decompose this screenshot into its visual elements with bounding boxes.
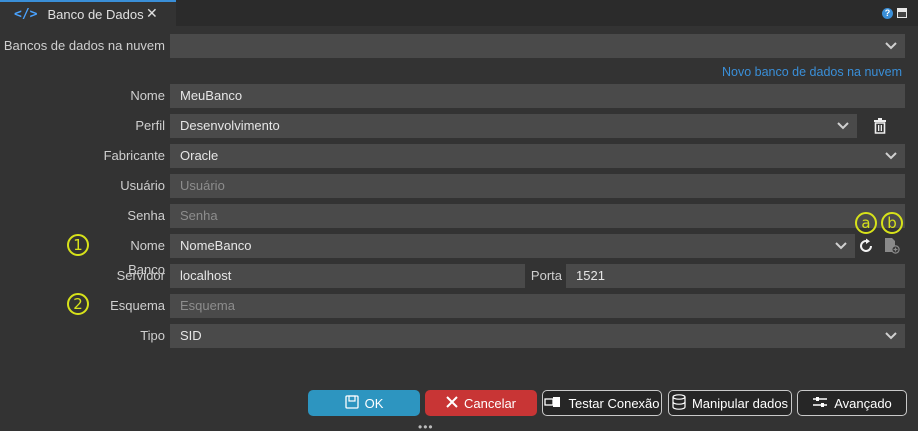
perfil-label: Perfil xyxy=(135,118,165,133)
cloud-select[interactable] xyxy=(170,34,905,58)
nome-banco-label: Nome Banco xyxy=(128,238,165,277)
chevron-down-icon xyxy=(885,34,897,58)
usuario-input[interactable]: Usuário xyxy=(170,174,905,198)
porta-input[interactable]: 1521 xyxy=(566,264,905,288)
chevron-down-icon xyxy=(885,324,897,348)
annotation-badge-1: 1 xyxy=(67,234,89,256)
advanced-label: Avançado xyxy=(834,395,892,411)
fabricante-value: Oracle xyxy=(180,148,219,163)
tab-banco-de-dados[interactable]: </> Banco de Dados ✕ xyxy=(0,0,176,26)
manipulate-data-button[interactable]: Manipular dados xyxy=(668,390,792,416)
nome-input[interactable]: MeuBanco xyxy=(170,84,905,108)
cancel-label: Cancelar xyxy=(463,395,517,411)
trash-icon[interactable] xyxy=(873,118,887,137)
add-file-icon[interactable] xyxy=(884,238,900,257)
senha-input[interactable]: Senha xyxy=(170,204,905,228)
annotation-badge-2: 2 xyxy=(67,293,89,315)
close-icon[interactable]: ✕ xyxy=(146,5,158,22)
window-icon[interactable] xyxy=(897,8,907,18)
resize-handle-icon[interactable]: ••• xyxy=(418,420,434,431)
code-icon: </> xyxy=(14,6,38,22)
chevron-down-icon xyxy=(835,234,847,258)
close-icon xyxy=(446,395,458,411)
test-connection-button[interactable]: Testar Conexão xyxy=(542,390,662,416)
esquema-label: Esquema xyxy=(110,298,165,313)
annotation-badge-b: b xyxy=(881,212,903,234)
fabricante-select[interactable]: Oracle xyxy=(170,144,905,168)
servidor-input[interactable]: localhost xyxy=(170,264,525,288)
annotation-badge-a: a xyxy=(855,212,877,234)
tipo-select[interactable]: SID xyxy=(170,324,905,348)
tab-bar: </> Banco de Dados ✕ ? xyxy=(0,0,918,26)
plug-icon xyxy=(544,396,562,411)
senha-label: Senha xyxy=(127,208,165,223)
database-icon xyxy=(672,393,686,413)
test-connection-label: Testar Conexão xyxy=(568,395,660,411)
tipo-value: SID xyxy=(180,328,202,343)
cancel-button[interactable]: Cancelar xyxy=(425,390,537,416)
esquema-input[interactable]: Esquema xyxy=(170,294,905,318)
porta-label: Porta xyxy=(530,268,562,283)
cloud-label: Bancos de dados na nuvem xyxy=(3,38,165,53)
nome-banco-select[interactable]: NomeBanco xyxy=(170,234,855,258)
ok-button[interactable]: OK xyxy=(308,390,420,416)
refresh-icon[interactable] xyxy=(858,238,874,257)
chevron-down-icon xyxy=(837,114,849,138)
usuario-label: Usuário xyxy=(120,178,165,193)
sliders-icon xyxy=(812,396,828,411)
servidor-label: Servidor xyxy=(116,268,165,283)
manipulate-data-label: Manipular dados xyxy=(691,395,789,411)
new-cloud-database-link[interactable]: Novo banco de dados na nuvem xyxy=(722,65,902,79)
fabricante-label: Fabricante xyxy=(103,148,165,163)
advanced-button[interactable]: Avançado xyxy=(797,390,907,416)
tab-title: Banco de Dados xyxy=(47,6,144,22)
chevron-down-icon xyxy=(885,144,897,168)
tipo-label: Tipo xyxy=(140,328,165,343)
help-icon[interactable]: ? xyxy=(882,8,893,19)
ok-label: OK xyxy=(364,395,384,411)
perfil-select[interactable]: Desenvolvimento xyxy=(170,114,857,138)
ok-icon xyxy=(344,394,359,412)
perfil-value: Desenvolvimento xyxy=(180,118,280,133)
nome-label: Nome xyxy=(130,88,165,103)
nome-banco-value: NomeBanco xyxy=(180,238,252,253)
